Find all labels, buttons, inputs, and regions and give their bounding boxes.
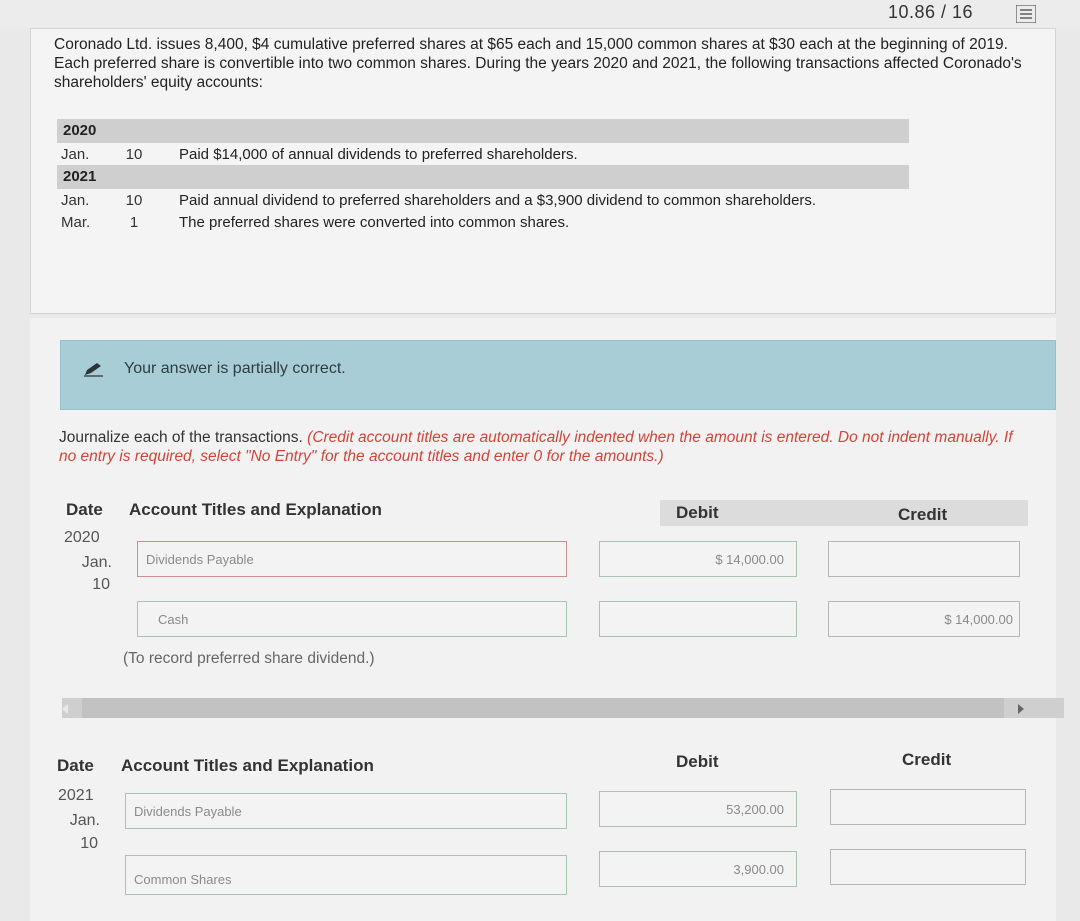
tx-day: 1 — [129, 213, 139, 231]
transaction-row: Jan. 10 Paid annual dividend to preferre… — [57, 189, 909, 211]
account-header: Account Titles and Explanation — [129, 500, 382, 519]
debit-field[interactable]: 3,900.00 — [599, 851, 797, 887]
debit-field[interactable] — [599, 601, 797, 637]
entry-day[interactable]: 10 — [64, 575, 110, 595]
credit-field[interactable] — [830, 849, 1026, 885]
horizontal-scrollbar[interactable] — [62, 698, 1064, 718]
pencil-icon — [84, 363, 103, 377]
scroll-thumb[interactable] — [82, 698, 1004, 718]
scroll-right-icon[interactable] — [1016, 703, 1026, 715]
top-bar: 10.86 / 16 — [0, 0, 1080, 28]
transaction-row: Mar. 1 The preferred shares were convert… — [57, 211, 909, 233]
date-header: Date — [57, 756, 94, 775]
problem-card: Coronado Ltd. issues 8,400, $4 cumulativ… — [30, 28, 1056, 314]
year-row: 2020 — [57, 119, 909, 143]
tx-month: Jan. — [61, 145, 90, 163]
entry-month[interactable]: Jan. — [64, 553, 112, 573]
account-field[interactable]: Dividends Payable — [125, 793, 567, 829]
score-display: 10.86 / 16 — [888, 2, 974, 22]
scroll-left-icon[interactable] — [60, 703, 70, 715]
tx-description: Paid annual dividend to preferred shareh… — [179, 191, 817, 209]
credit-field[interactable] — [830, 789, 1026, 825]
entry-month[interactable]: Jan. — [58, 811, 100, 831]
debit-header: Debit — [676, 503, 719, 522]
instructions-main: Journalize each of the transactions. — [59, 429, 308, 446]
problem-statement: Coronado Ltd. issues 8,400, $4 cumulativ… — [54, 36, 1022, 91]
year-row: 2021 — [57, 165, 909, 189]
account-field[interactable]: Dividends Payable — [137, 541, 567, 577]
credit-field[interactable]: $ 14,000.00 — [828, 601, 1020, 637]
account-header: Account Titles and Explanation — [121, 756, 374, 775]
credit-field[interactable] — [828, 541, 1020, 577]
credit-header: Credit — [902, 750, 952, 769]
transaction-row: Jan. 10 Paid $14,000 of annual dividends… — [57, 143, 909, 165]
tx-description: Paid $14,000 of annual dividends to pref… — [179, 145, 578, 163]
entry-year: 2021 — [58, 787, 94, 804]
debit-header: Debit — [676, 752, 719, 771]
account-field[interactable]: Cash — [137, 601, 567, 637]
date-header: Date — [66, 500, 103, 519]
transactions-table: 2020 Jan. 10 Paid $14,000 of annual divi… — [57, 119, 909, 233]
feedback-text: Your answer is partially correct. — [124, 360, 346, 377]
instructions: Journalize each of the transactions. (Cr… — [59, 428, 1019, 466]
tx-description: The preferred shares were converted into… — [179, 213, 570, 231]
credit-header: Credit — [898, 505, 948, 524]
account-field[interactable]: Common Shares — [125, 855, 567, 895]
tx-day: 10 — [125, 191, 143, 209]
entry-day[interactable]: 10 — [58, 834, 98, 854]
entry-year: 2020 — [64, 529, 100, 546]
list-icon[interactable] — [1016, 5, 1036, 23]
tx-day: 10 — [125, 145, 143, 163]
tx-month: Mar. — [61, 213, 91, 231]
debit-field[interactable]: $ 14,000.00 — [599, 541, 797, 577]
tx-month: Jan. — [61, 191, 90, 209]
entry-explanation: (To record preferred share dividend.) — [123, 650, 375, 667]
debit-field[interactable]: 53,200.00 — [599, 791, 797, 827]
